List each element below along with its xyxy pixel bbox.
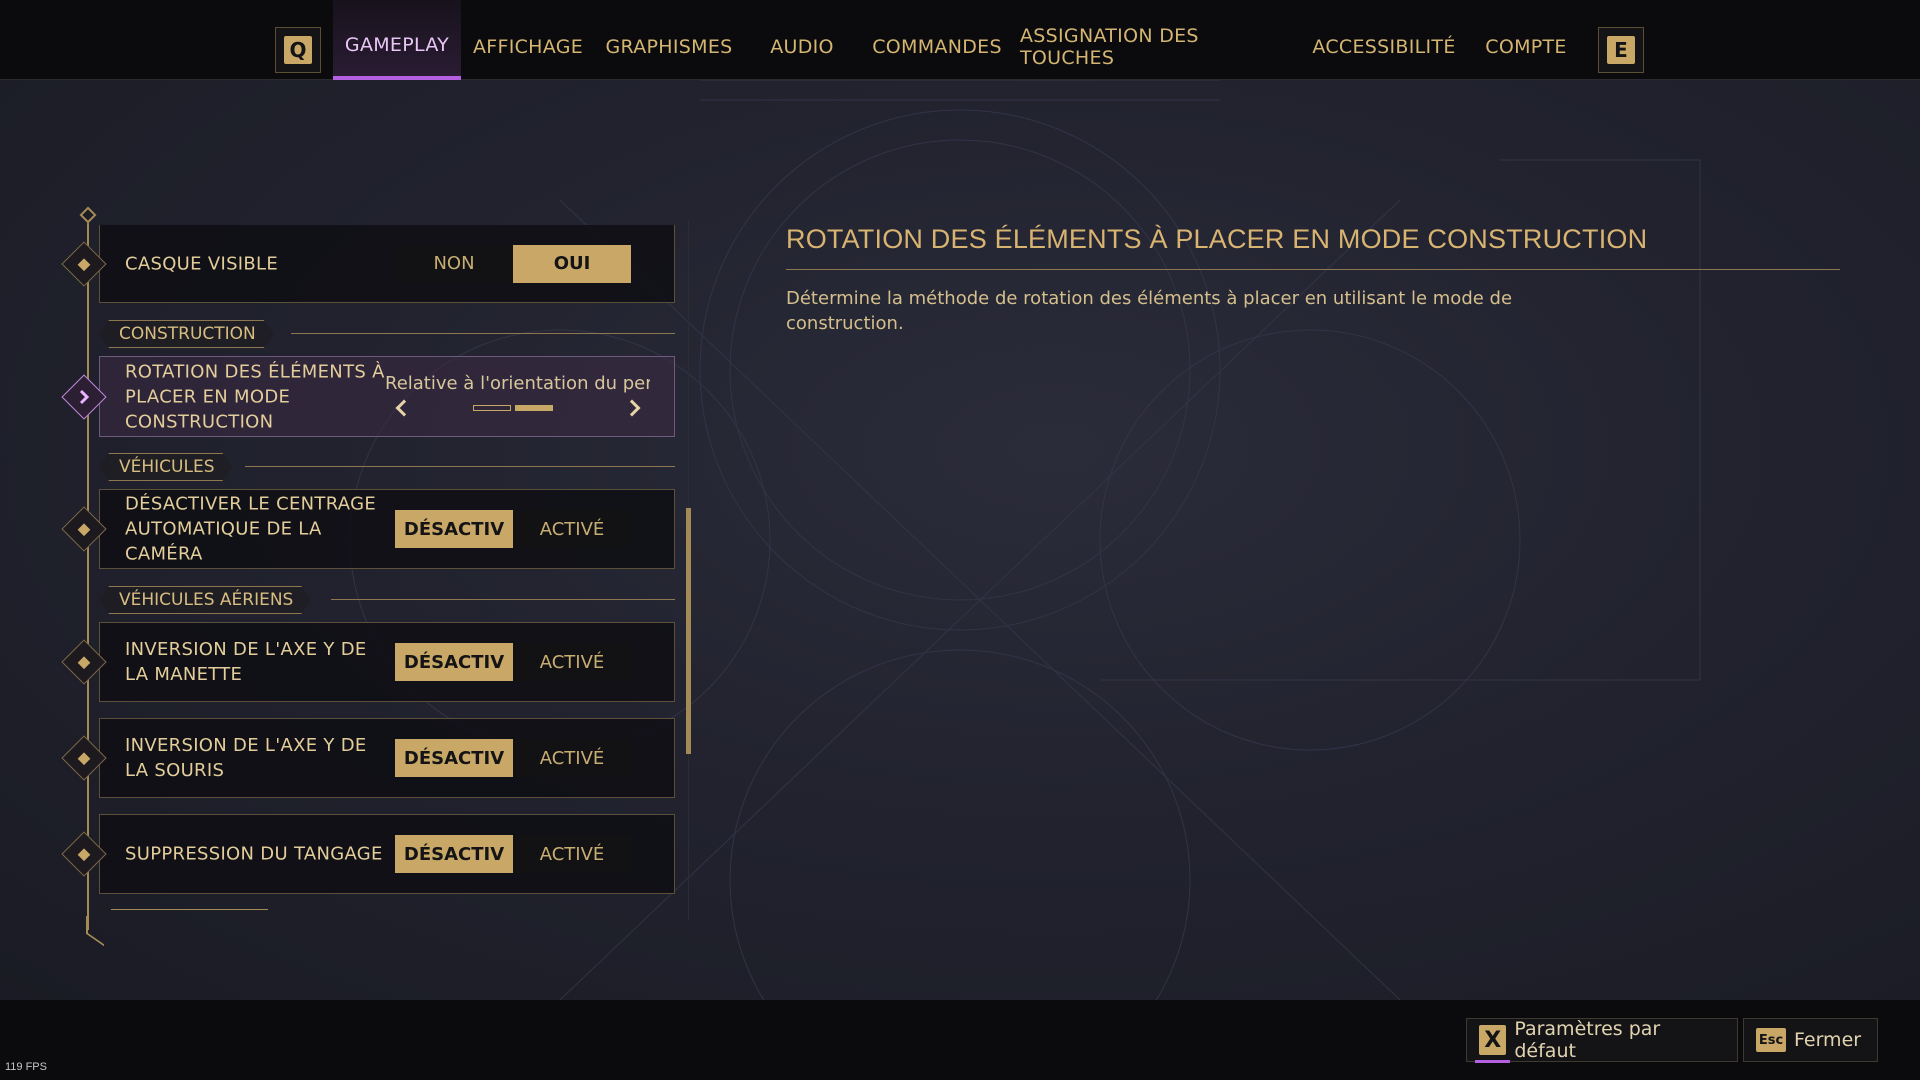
description-title: ROTATION DES ÉLÉMENTS À PLACER EN MODE C… bbox=[786, 224, 1648, 254]
option-oui[interactable]: OUI bbox=[513, 244, 631, 283]
section-divider bbox=[331, 599, 675, 600]
tab-compte[interactable]: COMPTE bbox=[1470, 0, 1582, 80]
section-title: VÉHICULES bbox=[99, 453, 232, 481]
section-vehicules: VÉHICULES bbox=[99, 453, 675, 481]
e-key-icon: E bbox=[1607, 36, 1635, 64]
tab-gameplay[interactable]: GAMEPLAY bbox=[333, 0, 461, 80]
section-construction: CONSTRUCTION bbox=[99, 320, 675, 348]
tab-graphismes[interactable]: GRAPHISMES bbox=[598, 0, 740, 80]
x-key-icon: X bbox=[1474, 1025, 1511, 1063]
section-title: VÉHICULES AÉRIENS bbox=[99, 586, 311, 614]
description-text: Détermine la méthode de rotation des élé… bbox=[786, 288, 1513, 334]
option-active[interactable]: ACTIVÉ bbox=[513, 739, 631, 777]
esc-key-icon: Esc bbox=[1756, 1028, 1786, 1052]
next-tab-key[interactable]: E bbox=[1598, 27, 1644, 73]
close-button[interactable]: Esc Fermer bbox=[1743, 1018, 1878, 1062]
description-divider bbox=[786, 269, 1840, 270]
setting-row-suppression-tangage[interactable]: SUPPRESSION DU TANGAGE DÉSACTIV ACTIVÉ bbox=[61, 814, 675, 894]
section-divider bbox=[291, 333, 675, 334]
setting-label: ROTATION DES ÉLÉMENTS À PLACER EN MODE C… bbox=[125, 361, 385, 432]
setting-row-inversion-souris[interactable]: INVERSION DE L'AXE Y DE LA SOURIS DÉSACT… bbox=[61, 718, 675, 798]
rotation-value: Relative à l'orientation du per bbox=[385, 373, 650, 394]
option-desactive[interactable]: DÉSACTIV bbox=[395, 643, 513, 681]
arrow-right-icon[interactable] bbox=[623, 399, 641, 417]
option-desactive[interactable]: DÉSACTIV bbox=[395, 510, 513, 548]
section-title: CONSTRUCTION bbox=[99, 320, 274, 348]
option-pager bbox=[473, 405, 553, 411]
page-indicator-current bbox=[515, 405, 553, 411]
settings-rail bbox=[87, 218, 89, 930]
toggle-suppression-tangage[interactable]: DÉSACTIV ACTIVÉ bbox=[395, 835, 631, 873]
section-vehicules-aeriens: VÉHICULES AÉRIENS bbox=[99, 586, 675, 614]
option-active[interactable]: ACTIVÉ bbox=[513, 510, 631, 548]
setting-label: INVERSION DE L'AXE Y DE LA MANETTE bbox=[125, 639, 367, 685]
tab-audio[interactable]: AUDIO bbox=[752, 0, 852, 80]
setting-row-inversion-manette[interactable]: INVERSION DE L'AXE Y DE LA MANETTE DÉSAC… bbox=[61, 622, 675, 702]
arrow-left-icon[interactable] bbox=[395, 399, 413, 417]
option-non[interactable]: NON bbox=[395, 244, 513, 283]
setting-row-centrage-camera[interactable]: DÉSACTIVER LE CENTRAGE AUTOMATIQUE DE LA… bbox=[61, 489, 675, 569]
option-desactive[interactable]: DÉSACTIV bbox=[395, 739, 513, 777]
setting-label: CASQUE VISIBLE bbox=[125, 253, 279, 274]
reset-defaults-label: Paramètres par défaut bbox=[1514, 1018, 1661, 1062]
toggle-inversion-souris[interactable]: DÉSACTIV ACTIVÉ bbox=[395, 739, 631, 777]
toggle-inversion-manette[interactable]: DÉSACTIV ACTIVÉ bbox=[395, 643, 631, 681]
tab-accessibilite[interactable]: ACCESSIBILITÉ bbox=[1308, 0, 1460, 80]
fps-counter: 119 FPS bbox=[5, 1061, 47, 1073]
close-label: Fermer bbox=[1794, 1029, 1862, 1051]
option-active[interactable]: ACTIVÉ bbox=[513, 643, 631, 681]
section-divider bbox=[245, 466, 675, 467]
top-navigation: Q GAMEPLAY AFFICHAGE GRAPHISMES AUDIO CO… bbox=[0, 0, 1920, 80]
reset-defaults-button[interactable]: X Paramètres par défaut bbox=[1466, 1018, 1738, 1063]
setting-label: DÉSACTIVER LE CENTRAGE AUTOMATIQUE DE LA… bbox=[125, 493, 376, 565]
setting-row-rotation[interactable]: ROTATION DES ÉLÉMENTS À PLACER EN MODE C… bbox=[61, 356, 675, 437]
setting-label: SUPPRESSION DU TANGAGE bbox=[125, 843, 383, 865]
list-end-divider bbox=[111, 909, 268, 910]
tab-assignation-des-touches[interactable]: ASSIGNATION DES TOUCHES bbox=[1020, 0, 1296, 80]
setting-label: INVERSION DE L'AXE Y DE LA SOURIS bbox=[125, 735, 367, 781]
tab-commandes[interactable]: COMMANDES bbox=[866, 0, 1008, 80]
toggle-centrage-camera[interactable]: DÉSACTIV ACTIVÉ bbox=[395, 510, 631, 548]
q-key-icon: Q bbox=[284, 36, 312, 64]
option-active[interactable]: ACTIVÉ bbox=[513, 835, 631, 873]
scrollbar-thumb[interactable] bbox=[686, 508, 691, 754]
toggle-casque-visible[interactable]: NON OUI bbox=[395, 244, 631, 283]
page-indicator bbox=[473, 405, 511, 411]
prev-tab-key[interactable]: Q bbox=[275, 27, 321, 73]
option-desactive[interactable]: DÉSACTIV bbox=[395, 835, 513, 873]
setting-row-casque-visible[interactable]: CASQUE VISIBLE NON OUI bbox=[61, 225, 675, 303]
tab-affichage[interactable]: AFFICHAGE bbox=[465, 0, 591, 80]
